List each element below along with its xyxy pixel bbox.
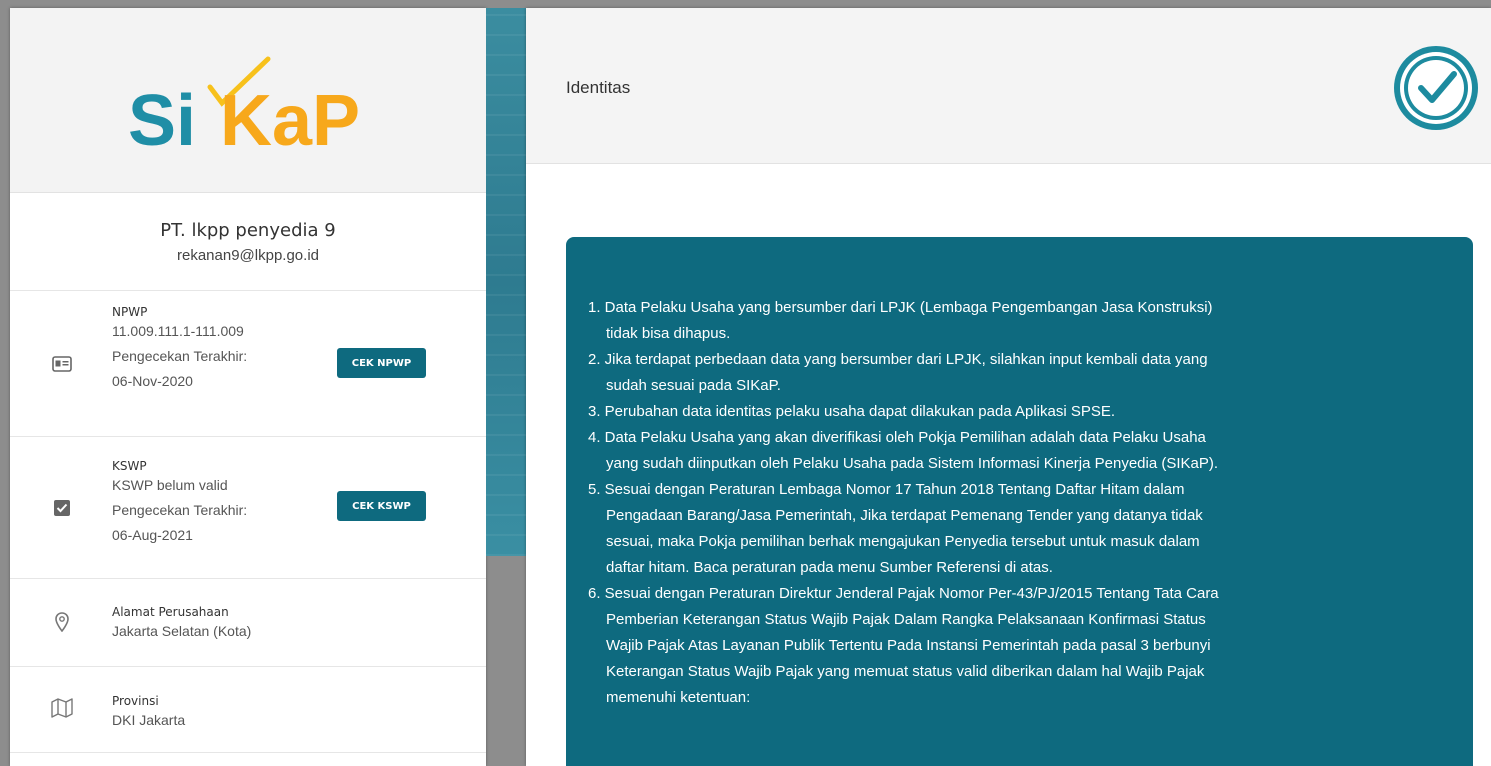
npwp-check-label: Pengecekan Terakhir: xyxy=(112,348,248,364)
npwp-row: NPWP 11.009.111.1-111.009 Pengecekan Ter… xyxy=(10,291,486,437)
kswp-row: KSWP KSWP belum valid Pengecekan Terakhi… xyxy=(10,437,486,579)
logo-text-si: Si xyxy=(128,81,196,155)
notice-line: Pengadaan Barang/Jasa Pemerintah, Jika t… xyxy=(606,507,1203,524)
notice-line: tidak bisa dihapus. xyxy=(606,325,731,342)
notice-line: Keterangan Status Wajib Pajak yang memua… xyxy=(606,663,1205,680)
company-info: PT. lkpp penyedia 9 rekanan9@lkpp.go.id xyxy=(10,193,486,291)
notice-line: 3. Perubahan data identitas pelaku usaha… xyxy=(588,403,1116,420)
province-text: Provinsi DKI Jakarta xyxy=(112,694,185,729)
notice-line: Wajib Pajak Atas Layanan Publik Tertentu… xyxy=(606,637,1211,654)
npwp-text: NPWP 11.009.111.1-111.009 Pengecekan Ter… xyxy=(112,305,247,390)
company-email: rekanan9@lkpp.go.id xyxy=(177,246,319,264)
background-strip xyxy=(486,8,526,556)
notice-line: 6. Sesuai dengan Peraturan Direktur Jend… xyxy=(588,585,1219,602)
kswp-text: KSWP KSWP belum valid Pengecekan Terakhi… xyxy=(112,459,247,544)
kswp-value: KSWP belum valid xyxy=(112,477,228,493)
sidebar: Si KaP PT. lkpp penyedia 9 rekanan9@lkpp… xyxy=(10,8,486,766)
notice-line: 2. Jika terdapat perbedaan data yang ber… xyxy=(588,351,1208,368)
notice-line: daftar hitam. Baca peraturan pada menu S… xyxy=(606,559,1053,576)
notice-line: yang sudah diinputkan oleh Pelaku Usaha … xyxy=(606,455,1219,472)
main-header: Identitas xyxy=(526,8,1491,164)
notice-line: Pemberian Keterangan Status Wajib Pajak … xyxy=(606,611,1206,628)
address-value: Jakarta Selatan (Kota) xyxy=(112,623,252,639)
province-row: Provinsi DKI Jakarta xyxy=(10,667,486,753)
logo-area: Si KaP xyxy=(10,8,486,193)
id-card-icon xyxy=(50,352,74,376)
address-text: Alamat Perusahaan Jakarta Selatan (Kota) xyxy=(112,605,251,640)
cek-npwp-button[interactable]: CEK NPWP xyxy=(337,348,426,378)
sikap-logo[interactable]: Si KaP xyxy=(118,45,378,155)
notice-line: 1. Data Pelaku Usaha yang bersumber dari… xyxy=(588,299,1213,316)
map-icon xyxy=(50,696,74,720)
address-row: Alamat Perusahaan Jakarta Selatan (Kota) xyxy=(10,579,486,667)
background-strip-pattern xyxy=(486,8,526,556)
notice-list: 1. Data Pelaku Usaha yang bersumber dari… xyxy=(588,295,1447,711)
province-value: DKI Jakarta xyxy=(112,712,186,728)
notice-line: 4. Data Pelaku Usaha yang akan diverifik… xyxy=(588,429,1206,446)
company-name: PT. lkpp penyedia 9 xyxy=(160,219,336,241)
notice-line: 5. Sesuai dengan Peraturan Lembaga Nomor… xyxy=(588,481,1185,498)
cek-kswp-button[interactable]: CEK KSWP xyxy=(337,491,426,521)
address-label: Alamat Perusahaan xyxy=(112,605,229,619)
notice-line: sesuai, maka Pokja pemilihan berhak meng… xyxy=(606,533,1200,550)
logo-text-kap: KaP xyxy=(220,81,360,155)
kswp-label: KSWP xyxy=(112,459,147,473)
verified-badge-icon xyxy=(1394,46,1478,130)
page-title: Identitas xyxy=(566,78,631,97)
notice-line: sudah sesuai pada SIKaP. xyxy=(606,377,781,394)
kswp-check-date: 06-Aug-2021 xyxy=(112,527,193,543)
province-label: Provinsi xyxy=(112,694,159,708)
npwp-check-date: 06-Nov-2020 xyxy=(112,373,193,389)
main-panel: Identitas 1. Data Pelaku Usaha yang bers… xyxy=(526,8,1491,766)
kswp-check-label: Pengecekan Terakhir: xyxy=(112,502,248,518)
notice-line: memenuhi ketentuan: xyxy=(606,689,751,706)
notice-box: 1. Data Pelaku Usaha yang bersumber dari… xyxy=(566,237,1473,766)
location-pin-icon xyxy=(50,610,74,634)
checkbox-icon xyxy=(50,496,74,520)
npwp-label: NPWP xyxy=(112,305,148,319)
npwp-value: 11.009.111.1-111.009 xyxy=(112,323,244,339)
